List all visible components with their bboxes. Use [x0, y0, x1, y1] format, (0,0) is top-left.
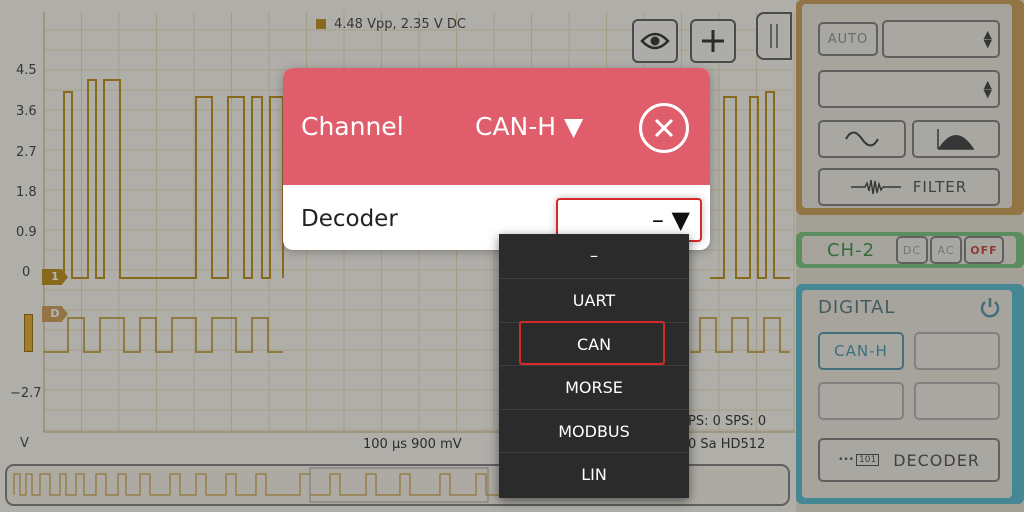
option-morse[interactable]: MORSE	[499, 365, 689, 408]
option-none[interactable]: –	[499, 234, 689, 277]
option-lin[interactable]: LIN	[499, 452, 689, 495]
dialog-header: Channel CAN-H ▼	[283, 68, 710, 185]
option-highlight	[519, 321, 665, 365]
option-uart[interactable]: UART	[499, 278, 689, 321]
option-modbus[interactable]: MODBUS	[499, 409, 689, 452]
decoder-dropdown-list: – UART CAN MORSE MODBUS LIN	[499, 234, 689, 498]
close-button[interactable]	[639, 103, 689, 153]
channel-label: Channel	[301, 112, 404, 141]
decoder-dialog: Channel CAN-H ▼ Decoder – ▼	[283, 68, 710, 250]
decoder-select-value: – ▼	[651, 206, 690, 234]
channel-select[interactable]: CAN-H ▼	[475, 112, 583, 141]
close-icon	[654, 118, 674, 138]
decoder-label: Decoder	[301, 206, 398, 232]
